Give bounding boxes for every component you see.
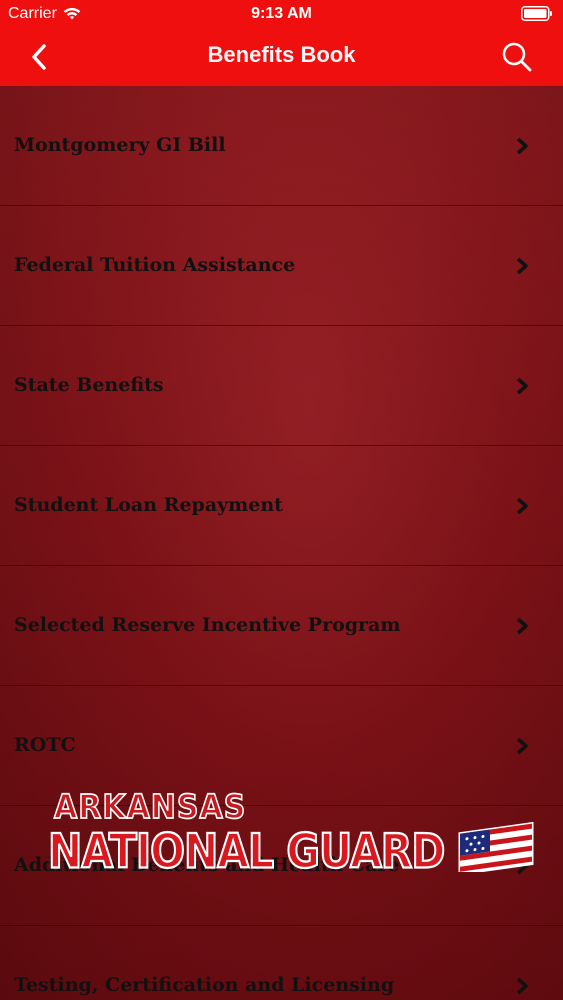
list-item-label: Federal Tuition Assistance [14,254,296,276]
chevron-right-icon [516,617,528,635]
logo-line-2: NATIONAL GUARD [47,823,446,881]
page-title: Benefits Book [207,42,356,67]
list-item-label: Selected Reserve Incentive Program [14,614,401,636]
list-item-label: Student Loan Repayment [14,494,283,516]
chevron-right-icon [516,497,528,515]
chevron-right-icon [516,977,528,995]
list-item-label: ROTC [14,734,76,756]
list-item[interactable]: State Benefits [0,326,563,446]
search-icon[interactable] [501,41,533,73]
status-time: 9:13 AM [251,5,312,22]
list-item-label: Testing, Certification and Licensing [14,974,395,996]
chevron-right-icon [516,377,528,395]
list-item-label: Montgomery GI Bill [14,134,226,156]
arkansas-national-guard-logo: ARKANSAS NATIONAL GUARD [47,787,538,890]
logo-line-1: ARKANSAS [53,787,247,827]
list-item[interactable]: Testing, Certification and Licensing [0,926,563,1000]
list-item[interactable]: Selected Reserve Incentive Program [0,566,563,686]
chevron-right-icon [516,257,528,275]
navigation-bar: Benefits Book [0,28,563,86]
american-flag-icon [458,821,534,872]
chevron-right-icon [516,137,528,155]
list-item[interactable]: Federal Tuition Assistance [0,206,563,326]
battery-icon [521,6,552,21]
chevron-right-icon [516,737,528,755]
list-item-label: State Benefits [14,374,164,396]
list-item[interactable]: Montgomery GI Bill [0,86,563,206]
status-bar: Carrier 9:13 AM [0,0,563,28]
list-item[interactable]: Student Loan Repayment [0,446,563,566]
